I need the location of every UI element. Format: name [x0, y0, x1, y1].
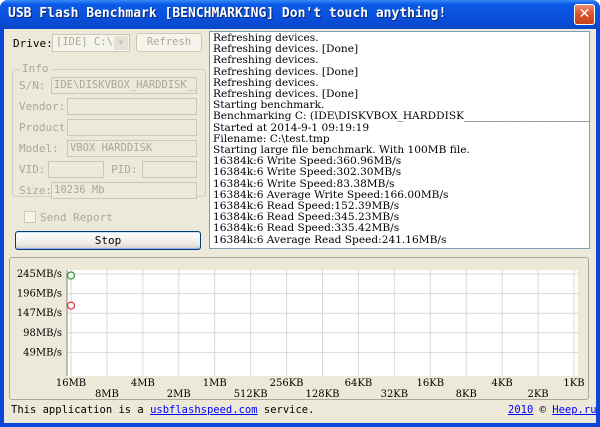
client-area: Drive: [IDE] C:\ ▼ Refresh Info S/N: IDE… — [4, 29, 597, 423]
data-point — [66, 301, 76, 310]
y-tick-label: 147MB/s — [17, 308, 62, 319]
size-label: Size: — [19, 184, 53, 197]
log-line: Benchmarking C: (IDE\DISKVBOX_HARDDISK__… — [213, 110, 590, 123]
chevron-down-icon[interactable]: ▼ — [114, 36, 128, 50]
vendor-field[interactable] — [67, 98, 197, 115]
year-link[interactable]: 2010 — [508, 404, 533, 416]
vid-field[interactable] — [48, 161, 104, 178]
y-tick-label: 196MB/s — [17, 289, 62, 300]
window-title: USB Flash Benchmark [BENCHMARKING] Don't… — [8, 6, 447, 21]
x-tick-label: 8MB — [95, 389, 119, 399]
stop-button[interactable]: Stop — [15, 231, 201, 250]
x-tick-label: 64KB — [345, 378, 373, 389]
refresh-button[interactable]: Refresh — [136, 33, 202, 52]
log-line: 16384k:6 Average Read Speed:241.16MB/s — [213, 233, 447, 246]
usbflashspeed-link[interactable]: usbflashspeed.com — [150, 404, 257, 416]
vid-label: VID: — [19, 163, 46, 176]
copyright-symbol: © — [533, 404, 553, 416]
footer-copyright: 2010 © Heep.ru — [508, 404, 597, 416]
sn-label: S/N: — [19, 79, 46, 92]
log-line: Refreshing devices. — [213, 54, 319, 67]
pid-label: PID: — [111, 163, 138, 176]
drive-label: Drive: — [13, 37, 53, 50]
model-label: Model: — [19, 142, 59, 155]
pid-field[interactable] — [142, 161, 197, 178]
send-report-checkbox[interactable] — [24, 211, 36, 223]
speed-chart-svg: 245MB/s 196MB/s 147MB/s 98MB/s 49MB/s 16MB 8MB… — [17, 269, 585, 399]
vendor-label: Vendor: — [19, 100, 66, 113]
model-field[interactable]: VBOX HARDDISK — [67, 140, 197, 157]
x-tick-label: 8KB — [456, 389, 477, 399]
x-tick-label: 128KB — [306, 389, 340, 399]
x-tick-label: 16KB — [417, 378, 445, 389]
send-report-label: Send Report — [40, 211, 113, 224]
close-button[interactable]: ✕ — [574, 4, 595, 25]
log-line: 16384k:6 Read Speed:335.42MB/s — [213, 222, 400, 235]
data-point — [66, 271, 76, 280]
x-tick-label: 4MB — [131, 378, 155, 389]
drive-select[interactable]: [IDE] C:\ ▼ — [52, 34, 130, 52]
app-window: USB Flash Benchmark [BENCHMARKING] Don't… — [0, 0, 600, 427]
x-tick-label: 2KB — [527, 389, 548, 399]
x-tick-label: 512KB — [234, 389, 268, 399]
x-tick-label: 2MB — [167, 389, 191, 399]
product-label: Product: — [19, 121, 72, 134]
x-tick-label: 32KB — [381, 389, 409, 399]
title-bar[interactable]: USB Flash Benchmark [BENCHMARKING] Don't… — [0, 0, 600, 29]
speed-chart: 245MB/s 196MB/s 147MB/s 98MB/s 49MB/s 16MB 8MB… — [9, 257, 589, 400]
y-tick-label: 98MB/s — [23, 328, 62, 339]
heep-link[interactable]: Heep.ru — [552, 404, 596, 416]
close-icon: ✕ — [578, 6, 591, 22]
x-tick-label: 1KB — [563, 378, 584, 389]
drive-select-value: [IDE] C:\ — [56, 36, 113, 48]
x-tick-label: 256KB — [270, 378, 304, 389]
x-tick-label: 1MB — [203, 378, 227, 389]
footer-credit: This application is a usbflashspeed.com … — [11, 404, 314, 416]
x-tick-label: 16MB — [56, 378, 86, 389]
log-line: 16384k:6 Write Speed:302.30MB/s — [213, 166, 402, 179]
y-tick-label: 49MB/s — [23, 347, 62, 358]
product-field[interactable] — [67, 119, 197, 136]
footer-suffix: service. — [257, 404, 315, 416]
log-output[interactable]: Refreshing devices. Refreshing devices. [… — [209, 31, 590, 249]
footer-prefix: This application is a — [11, 404, 151, 416]
x-tick-label: 4KB — [492, 378, 513, 389]
info-group-title: Info — [20, 62, 51, 75]
y-tick-label: 245MB/s — [17, 269, 62, 280]
size-field[interactable]: 10236 Mb — [51, 182, 197, 199]
sn-field[interactable]: IDE\DISKVBOX_HARDDISK___ — [51, 77, 197, 94]
